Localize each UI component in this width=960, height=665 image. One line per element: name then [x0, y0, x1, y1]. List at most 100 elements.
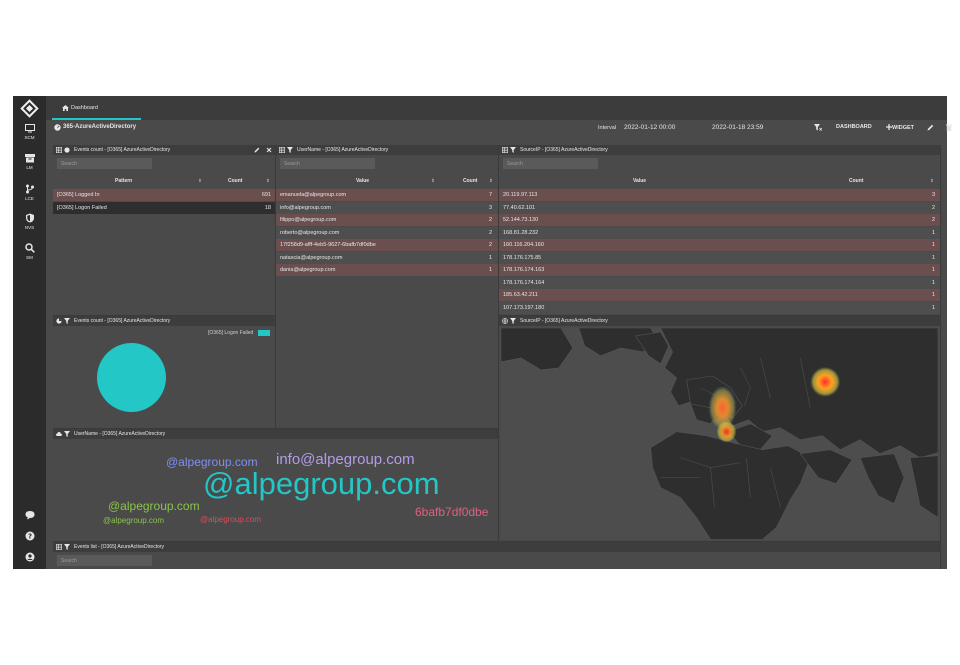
cloud-word[interactable]: @alpegroup.com	[200, 515, 261, 524]
column-header-value[interactable]: Value	[633, 178, 646, 184]
interval-to[interactable]: 2022-01-18 23:59	[712, 124, 763, 131]
dashboard-toolbar: 365-AzureActiveDirectory Interval 2022-0…	[46, 120, 952, 136]
sort-icon[interactable]: ⇕	[489, 178, 493, 184]
cell-count: 2	[488, 217, 492, 223]
cell-value: 178.176.175.85	[503, 255, 542, 261]
cloud-icon	[56, 432, 62, 436]
widget-header: Events count - [O365] AzureActiveDirecto…	[53, 145, 275, 155]
table-row[interactable]: 160.116.204.160 1	[499, 239, 940, 251]
table-row[interactable]: info@alpegroup.com 3	[276, 202, 498, 214]
sort-icon[interactable]: ⇕	[930, 178, 934, 184]
search-input[interactable]	[503, 158, 598, 169]
sidebar-item-label: LM	[26, 165, 33, 170]
sort-icon[interactable]: ⇕	[266, 178, 270, 184]
cell-value: 178.176.174.163	[503, 267, 545, 273]
legend-swatch	[258, 330, 270, 336]
widget-header: UserName - [O365] AzureActiveDirectory	[276, 145, 498, 155]
events-list-widget: Events list - [O365] AzureActiveDirector…	[53, 542, 941, 569]
add-widget-button[interactable]: WIDGET	[886, 124, 914, 131]
column-header-value[interactable]: Value	[356, 178, 369, 184]
dashboard-button[interactable]: DASHBOARD	[836, 124, 872, 130]
user-button[interactable]	[13, 552, 46, 562]
cell-value: emanuela@alpegroup.com	[280, 192, 347, 198]
edit-icon[interactable]	[254, 147, 260, 153]
circle-icon	[64, 147, 70, 153]
sort-icon[interactable]: ⇕	[198, 178, 202, 184]
widget-title: Events list - [O365] AzureActiveDirector…	[74, 544, 165, 550]
widget-title: Events count - [O365] AzureActiveDirecto…	[74, 318, 171, 324]
search-input[interactable]	[57, 158, 152, 169]
search-icon	[24, 243, 35, 253]
sidebar-item-nvs[interactable]: NVS	[13, 213, 46, 230]
cloud-word[interactable]: @alpegroup.com	[203, 466, 440, 502]
filter-icon	[510, 318, 516, 324]
cell-count: 691	[261, 192, 271, 198]
world-map[interactable]	[501, 328, 938, 540]
add-widget-label: WIDGET	[892, 125, 914, 131]
sidebar-item-label: LCE	[25, 196, 34, 201]
edit-icon[interactable]	[927, 124, 934, 131]
widget-title: UserName - [O365] AzureActiveDirectory	[297, 147, 389, 153]
archive-icon	[24, 154, 35, 163]
column-header-count[interactable]: Count	[228, 178, 242, 184]
table-row[interactable]: 178.176.174.164 1	[499, 277, 940, 289]
sort-icon[interactable]: ⇕	[431, 178, 435, 184]
cell-count: 1	[931, 255, 935, 261]
pie-slice[interactable]	[97, 343, 166, 412]
table-header: Value Count ⇕	[499, 176, 940, 186]
table-row[interactable]: roberto@alpegroup.com 2	[276, 227, 498, 239]
sidebar-item-lce[interactable]: LCE	[13, 184, 46, 201]
help-button[interactable]: ?	[13, 531, 46, 541]
table-row[interactable]: natascia@alpegroup.com 1	[276, 252, 498, 264]
table-row[interactable]: [O365] Logon Failed 18	[53, 202, 275, 214]
table-row[interactable]: 17f258d9-afff-4eb5-9627-6bafb7df0dbe 2	[276, 239, 498, 251]
sidebar-item-scm[interactable]: SCM	[13, 124, 46, 140]
table-row[interactable]: emanuela@alpegroup.com 7	[276, 189, 498, 201]
cell-value: 160.116.204.160	[503, 242, 544, 248]
app-window: SCM LM LCE NVS SM ? Dashboard 365-AzureA…	[13, 96, 952, 569]
clear-filter-icon[interactable]	[814, 124, 822, 131]
tab-dashboard[interactable]: Dashboard	[52, 96, 141, 120]
cell-count: 2	[931, 217, 935, 223]
cloud-word[interactable]: @alpegroup.com	[103, 516, 164, 525]
shield-icon	[25, 213, 34, 223]
table-row[interactable]: filippo@alpegroup.com 2	[276, 214, 498, 226]
table-row[interactable]: 178.176.174.163 1	[499, 264, 940, 276]
table-header: Value ⇕ Count ⇕	[276, 176, 498, 186]
column-header-count[interactable]: Count	[463, 178, 477, 184]
table-row[interactable]: 168.81.28.232 1	[499, 227, 940, 239]
column-header-count[interactable]: Count	[849, 178, 863, 184]
table-row[interactable]: [O365] Logged In 691	[53, 189, 275, 201]
table-row[interactable]: 178.176.175.85 1	[499, 252, 940, 264]
cloud-word[interactable]: 6bafb7df0dbe	[415, 505, 488, 519]
sourceip-map-widget: SourceIP - [O365] AzureActiveDirectory	[499, 316, 941, 542]
cell-count: 1	[931, 305, 935, 311]
table-row[interactable]: 77.40.62.101 2	[499, 202, 940, 214]
cloud-word[interactable]: @alpegroup.com	[108, 499, 200, 513]
trash-icon[interactable]	[946, 124, 952, 131]
column-header-pattern[interactable]: Pattern	[115, 178, 132, 184]
table-header: Pattern ⇕ Count ⇕	[53, 176, 275, 186]
table-row[interactable]: 20.119.97.113 3	[499, 189, 940, 201]
logo[interactable]	[20, 99, 39, 118]
username-cloud-widget: UserName - [O365] AzureActiveDirectory @…	[53, 429, 499, 542]
widget-title: SourceIP - [O365] AzureActiveDirectory	[520, 147, 608, 153]
table-row[interactable]: dania@alpegroup.com 1	[276, 264, 498, 276]
branch-icon	[25, 184, 34, 194]
search-input[interactable]	[57, 555, 152, 566]
sidebar-item-sm[interactable]: SM	[13, 243, 46, 260]
sidebar-item-lm[interactable]: LM	[13, 154, 46, 170]
sidebar-item-label: NVS	[24, 225, 35, 230]
table-row[interactable]: 185.63.42.211 1	[499, 289, 940, 301]
table-row[interactable]: 52.144.73.130 2	[499, 214, 940, 226]
dashboard-title: 365-AzureActiveDirectory	[54, 124, 136, 131]
close-icon[interactable]	[266, 147, 272, 153]
filter-icon	[510, 147, 516, 153]
chat-icon	[25, 511, 34, 520]
cell-value: dania@alpegroup.com	[280, 267, 336, 273]
heatmap-spot	[716, 420, 737, 443]
interval-from[interactable]: 2022-01-12 00:00	[624, 124, 675, 131]
search-input[interactable]	[280, 158, 375, 169]
table-row[interactable]: 107.173.197.180 1	[499, 302, 940, 314]
chat-button[interactable]	[13, 510, 46, 520]
